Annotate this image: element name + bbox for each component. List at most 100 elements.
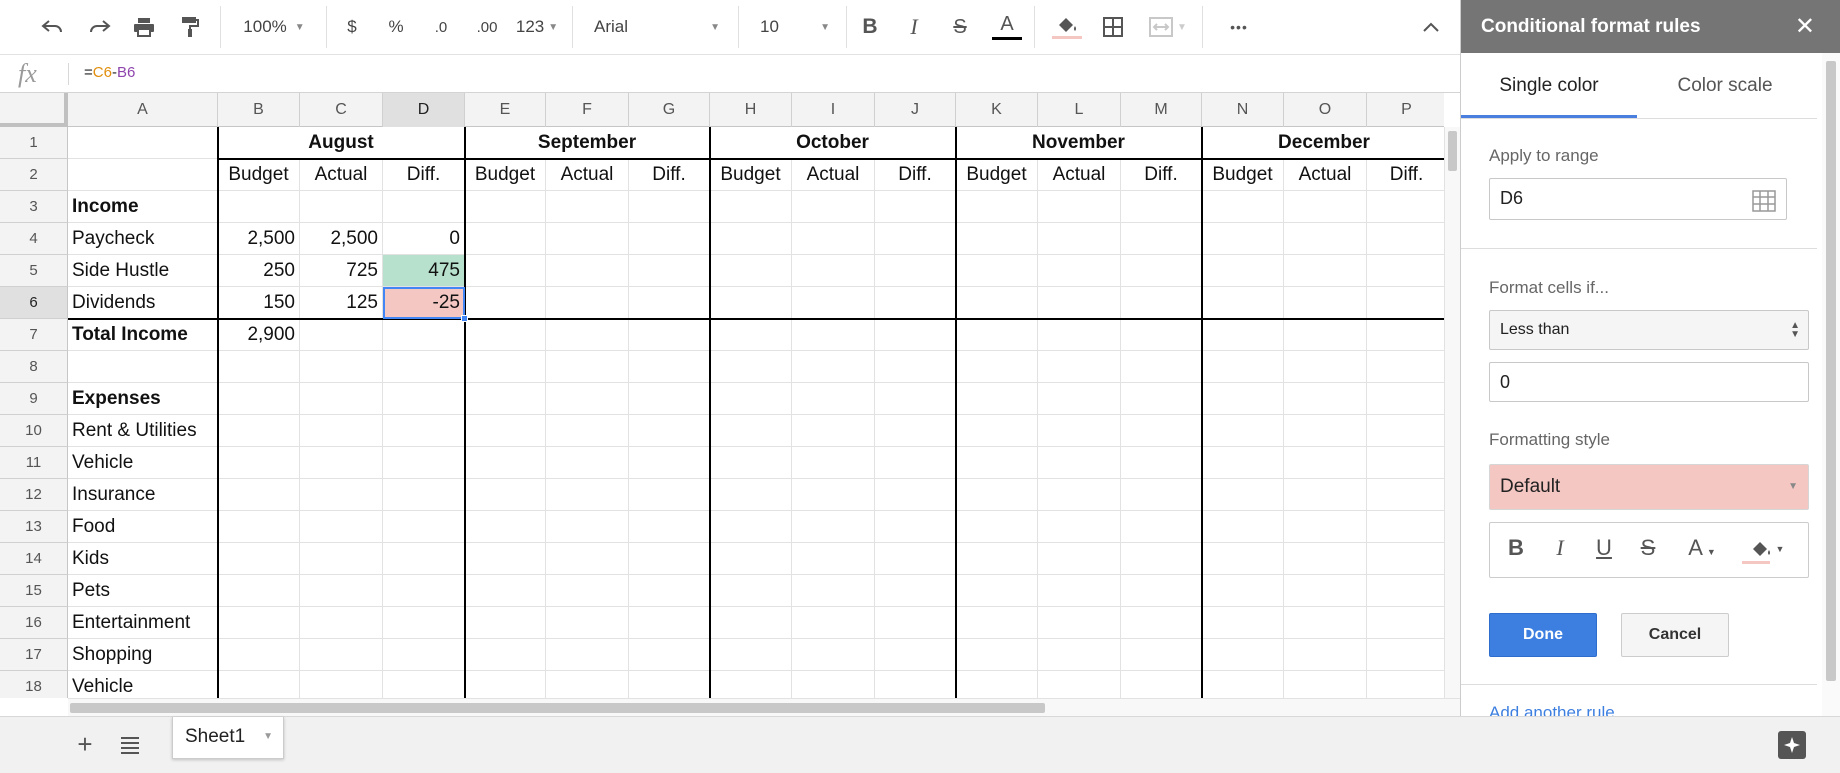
grid-cell[interactable]: [1038, 191, 1121, 223]
chevron-down-icon[interactable]: ▼: [263, 717, 273, 757]
row-header-1[interactable]: 1: [0, 127, 68, 159]
grid-cell[interactable]: [68, 159, 218, 191]
grid-cell[interactable]: [546, 383, 629, 415]
row-header-17[interactable]: 17: [0, 639, 68, 671]
row-header-9[interactable]: 9: [0, 383, 68, 415]
row-header-14[interactable]: 14: [0, 543, 68, 575]
grid-cell[interactable]: [710, 575, 792, 607]
grid-cell[interactable]: [792, 607, 875, 639]
row-header-2[interactable]: 2: [0, 159, 68, 191]
column-header-b[interactable]: B: [218, 93, 300, 127]
grid-cell[interactable]: [546, 223, 629, 255]
grid-cell[interactable]: [1121, 639, 1202, 671]
grid-cell[interactable]: [792, 223, 875, 255]
grid-cell[interactable]: [875, 671, 956, 698]
grid-cell[interactable]: [546, 607, 629, 639]
grid-cell[interactable]: [710, 351, 792, 383]
month-header-november[interactable]: November: [956, 127, 1202, 159]
grid-cell[interactable]: [956, 543, 1038, 575]
grid-cell[interactable]: [1202, 287, 1284, 319]
grid-cell[interactable]: [465, 223, 546, 255]
grid-cell[interactable]: [546, 639, 629, 671]
total-income-label[interactable]: Total Income: [68, 319, 218, 351]
close-icon[interactable]: ✕: [1795, 12, 1815, 41]
grid-cell[interactable]: [710, 607, 792, 639]
subheader-budget[interactable]: Budget: [218, 159, 300, 191]
grid-cell[interactable]: [1121, 351, 1202, 383]
grid-cell[interactable]: [383, 479, 465, 511]
grid-cell[interactable]: [875, 351, 956, 383]
strikethrough-icon[interactable]: S: [1636, 535, 1660, 565]
row-header-13[interactable]: 13: [0, 511, 68, 543]
grid-cell[interactable]: [546, 575, 629, 607]
row-header-3[interactable]: 3: [0, 191, 68, 223]
grid-cell[interactable]: [710, 543, 792, 575]
grid-cell[interactable]: [1121, 575, 1202, 607]
grid-cell[interactable]: [465, 447, 546, 479]
increase-decimal-button[interactable]: .00: [466, 8, 508, 46]
all-sheets-list-icon[interactable]: [115, 729, 145, 759]
grid-cell[interactable]: [956, 223, 1038, 255]
diff-cell[interactable]: -25: [383, 287, 465, 319]
grid-cell[interactable]: [629, 479, 710, 511]
grid-cell[interactable]: [546, 479, 629, 511]
grid-cell[interactable]: [383, 319, 465, 351]
grid-cell[interactable]: [629, 223, 710, 255]
grid-cell[interactable]: [875, 639, 956, 671]
grid-cell[interactable]: [1121, 671, 1202, 698]
bold-icon[interactable]: B: [1504, 535, 1528, 565]
grid-cell[interactable]: [956, 671, 1038, 698]
actual-cell[interactable]: 2,500: [300, 223, 383, 255]
grid-cell[interactable]: [956, 383, 1038, 415]
grid-cell[interactable]: [792, 511, 875, 543]
grid-cell[interactable]: [465, 191, 546, 223]
month-header-august[interactable]: August: [218, 127, 465, 159]
grid-cell[interactable]: [383, 383, 465, 415]
grid-cell[interactable]: [1367, 383, 1444, 415]
done-button[interactable]: Done: [1489, 613, 1597, 657]
grid-cell[interactable]: [792, 319, 875, 351]
grid-cell[interactable]: [956, 287, 1038, 319]
grid-cell[interactable]: [1367, 607, 1444, 639]
column-header-d[interactable]: D: [383, 93, 465, 127]
grid-cell[interactable]: [629, 287, 710, 319]
grid-cell[interactable]: [383, 511, 465, 543]
grid-cell[interactable]: [1121, 415, 1202, 447]
grid-cell[interactable]: [792, 287, 875, 319]
grid-cell[interactable]: [710, 479, 792, 511]
vertical-scrollbar[interactable]: [1444, 127, 1460, 698]
grid-cell[interactable]: [465, 671, 546, 698]
column-header-m[interactable]: M: [1121, 93, 1202, 127]
subheader-actual[interactable]: Actual: [300, 159, 383, 191]
grid-cell[interactable]: [1367, 255, 1444, 287]
horizontal-scrollbar[interactable]: [68, 698, 1460, 716]
grid-cell[interactable]: [546, 671, 629, 698]
grid-cell[interactable]: [1367, 415, 1444, 447]
row-header-6[interactable]: 6: [0, 287, 68, 319]
grid-cell[interactable]: [1284, 575, 1367, 607]
font-size-select[interactable]: 10 ▼: [760, 8, 830, 46]
grid-cell[interactable]: [875, 319, 956, 351]
actual-cell[interactable]: 125: [300, 287, 383, 319]
grid-cell[interactable]: [1284, 511, 1367, 543]
grid-cell[interactable]: [1284, 191, 1367, 223]
grid-cell[interactable]: [546, 319, 629, 351]
panel-scrollbar[interactable]: [1822, 53, 1840, 716]
grid-cell[interactable]: [1367, 447, 1444, 479]
subheader-diff[interactable]: Diff.: [1121, 159, 1202, 191]
grid-cell[interactable]: [465, 255, 546, 287]
grid-cell[interactable]: [300, 479, 383, 511]
grid-cell[interactable]: [710, 415, 792, 447]
column-header-h[interactable]: H: [710, 93, 792, 127]
grid-cell[interactable]: [629, 447, 710, 479]
grid-cell[interactable]: [465, 351, 546, 383]
strikethrough-icon[interactable]: S: [948, 8, 972, 46]
grid-cell[interactable]: [629, 543, 710, 575]
grid-cell[interactable]: [792, 639, 875, 671]
grid-cell[interactable]: [629, 575, 710, 607]
grid-cell[interactable]: [1284, 447, 1367, 479]
subheader-budget[interactable]: Budget: [1202, 159, 1284, 191]
grid-cell[interactable]: [68, 351, 218, 383]
column-header-a[interactable]: A: [68, 93, 218, 127]
grid-cell[interactable]: [300, 511, 383, 543]
